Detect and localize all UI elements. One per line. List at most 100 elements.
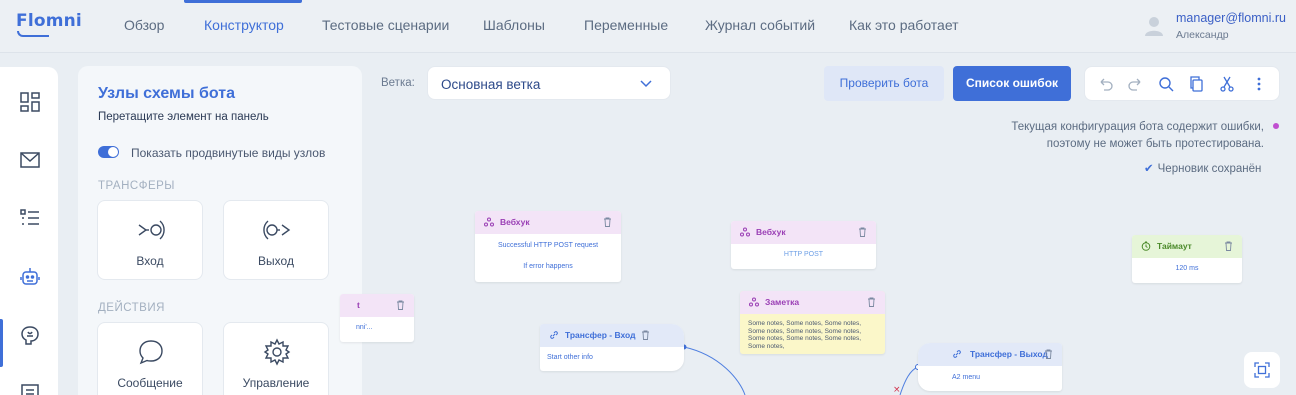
logo[interactable]: Flomni (16, 11, 82, 37)
node-line: 120 ms (1175, 265, 1199, 272)
partial-node[interactable]: t nni'... (340, 294, 414, 342)
node-line: HTTP POST (783, 251, 824, 258)
draft-saved-status: ✔ Черновик сохранён (1144, 161, 1261, 175)
node-body: 120 ms (1132, 258, 1242, 272)
tile-control[interactable]: Управление (223, 322, 329, 395)
node-body: A2 menu (918, 366, 1062, 381)
webhook-icon (484, 217, 494, 227)
brain-icon[interactable] (19, 324, 41, 346)
node-title: t (357, 300, 360, 310)
undo-icon[interactable] (1098, 76, 1114, 92)
tile-label: Управление (242, 376, 310, 390)
nav-item-overview[interactable]: Обзор (124, 17, 164, 33)
node-title: Вебхук (756, 227, 786, 237)
panel-subtitle: Перетащите элемент на панель (98, 111, 269, 123)
link-icon (550, 331, 558, 339)
section-transfers-label: ТРАНСФЕРЫ (98, 180, 175, 192)
timeout-node[interactable]: Таймаут 120 ms (1132, 235, 1242, 283)
gear-icon (263, 338, 291, 366)
trash-icon[interactable] (1044, 349, 1053, 359)
error-list-button[interactable]: Список ошибок (953, 66, 1071, 101)
user-name: Александр (1176, 29, 1229, 41)
transfer-out-node[interactable]: Трансфер - Выход A2 menu (918, 343, 1062, 391)
error-message-line: Текущая конфигурация бота содержит ошибк… (1011, 121, 1264, 133)
branch-select[interactable]: Основная ветка (427, 66, 671, 100)
logo-text: Flomni (16, 11, 82, 31)
list-icon[interactable] (19, 207, 41, 229)
check-bot-button[interactable]: Проверить бота (824, 66, 944, 101)
node-body: Successful HTTP POST request If error ha… (475, 234, 621, 270)
user-avatar-icon[interactable] (1144, 15, 1164, 37)
node-title: Заметка (765, 297, 800, 307)
webhook-icon (740, 227, 750, 237)
mail-icon[interactable] (19, 149, 41, 171)
panel-title: Узлы схемы бота (98, 85, 235, 102)
draft-saved-text: Черновик сохранён (1157, 163, 1262, 175)
transfer-out-icon (263, 220, 291, 240)
fit-screen-icon (1254, 362, 1270, 378)
redo-icon[interactable] (1127, 76, 1143, 92)
nav-item-constructor[interactable]: Конструктор (204, 17, 284, 33)
tile-message[interactable]: Сообщение (97, 322, 203, 395)
trash-icon[interactable] (858, 227, 867, 237)
node-title: Вебхук (500, 217, 530, 227)
nav-item-templates[interactable]: Шаблоны (483, 17, 545, 33)
more-icon[interactable] (1251, 76, 1267, 92)
top-navigation: Flomni Обзор Конструктор Тестовые сценар… (0, 0, 1296, 53)
node-line: Start other info (547, 354, 593, 361)
chevron-down-icon (640, 80, 652, 88)
node-line: Some notes, Some notes, Some notes, Some… (748, 320, 862, 350)
nav-item-event-log[interactable]: Журнал событий (705, 17, 815, 33)
trash-icon[interactable] (396, 300, 405, 310)
canvas-tools (1084, 66, 1280, 101)
trash-icon[interactable] (867, 297, 876, 307)
bot-icon[interactable] (19, 266, 41, 288)
dashboard-icon[interactable] (19, 91, 41, 113)
error-message-line: поэтому не может быть протестирована. (1046, 138, 1264, 150)
node-title: Трансфер - Вход (565, 330, 636, 340)
error-indicator-dot (1273, 123, 1279, 129)
node-line: nni'... (356, 324, 373, 331)
advanced-nodes-toggle-label[interactable]: Показать продвинутые виды узлов (131, 146, 325, 160)
node-line: If error happens (523, 263, 573, 270)
trash-icon[interactable] (603, 217, 612, 227)
rail-active-indicator (0, 319, 3, 367)
webhook-node[interactable]: Вебхук Successful HTTP POST request If e… (475, 211, 621, 282)
tile-transfer-in[interactable]: Вход (97, 200, 203, 280)
trash-icon[interactable] (641, 330, 650, 340)
tile-label: Сообщение (117, 376, 183, 390)
nav-item-variables[interactable]: Переменные (584, 17, 668, 33)
node-line: A2 menu (952, 374, 981, 381)
user-email[interactable]: manager@flomni.ru (1176, 11, 1286, 25)
branch-select-value: Основная ветка (441, 77, 541, 92)
svg-text:×: × (893, 385, 901, 395)
node-title: Трансфер - Выход (970, 349, 1048, 359)
tile-label: Выход (258, 254, 294, 268)
node-title: Таймаут (1157, 241, 1192, 251)
document-icon[interactable] (19, 382, 41, 395)
message-icon (139, 340, 163, 365)
node-body: HTTP POST (731, 244, 876, 258)
tile-label: Вход (136, 254, 164, 268)
copy-icon[interactable] (1189, 76, 1205, 92)
webhook-node[interactable]: Вебхук HTTP POST (731, 221, 876, 269)
nav-item-test-scenarios[interactable]: Тестовые сценарии (322, 17, 449, 33)
advanced-nodes-toggle[interactable] (98, 146, 119, 158)
node-body: Some notes, Some notes, Some notes, Some… (740, 314, 885, 350)
fit-to-screen-button[interactable] (1244, 352, 1280, 388)
transfer-in-node[interactable]: Трансфер - Вход Start other info (540, 324, 684, 371)
section-actions-label: ДЕЙСТВИЯ (98, 302, 165, 314)
nav-item-how-it-works[interactable]: Как это работает (849, 17, 959, 33)
search-icon[interactable] (1158, 76, 1174, 92)
check-icon: ✔ (1144, 163, 1154, 175)
nodes-panel: Узлы схемы бота Перетащите элемент на па… (78, 66, 362, 395)
note-icon (749, 297, 759, 307)
branch-label: Ветка: (381, 77, 415, 89)
timer-icon (1141, 241, 1151, 251)
trash-icon[interactable] (1224, 241, 1233, 251)
active-nav-indicator (184, 0, 302, 3)
note-node[interactable]: Заметка Some notes, Some notes, Some not… (740, 291, 885, 354)
link-icon (953, 350, 961, 358)
cut-icon[interactable] (1219, 76, 1235, 92)
tile-transfer-out[interactable]: Выход (223, 200, 329, 280)
